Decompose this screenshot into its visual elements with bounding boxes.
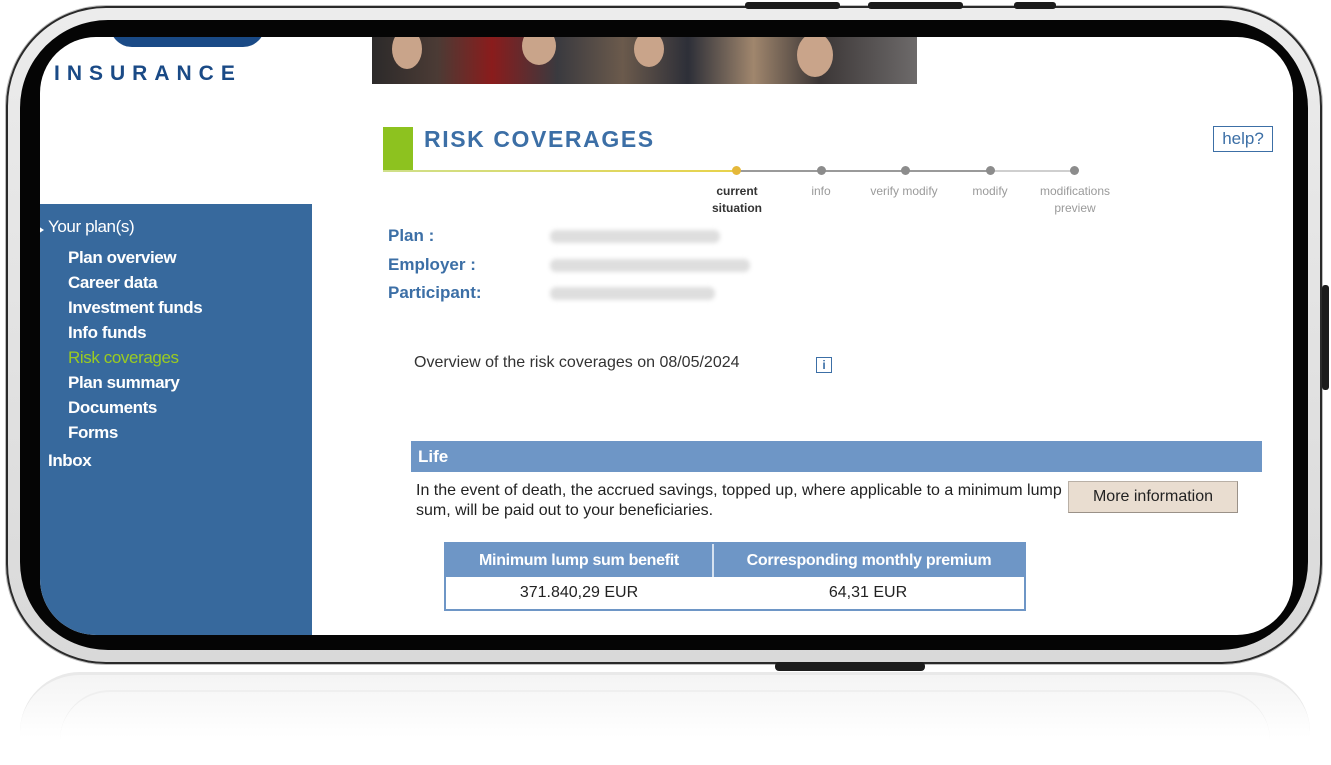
step-label-modify: modify [972,184,1008,198]
sidebar-item-forms[interactable]: Forms [68,423,118,443]
phone-reflection-inner [60,690,1270,752]
step-dot [1070,166,1079,175]
employer-value-redacted [550,259,750,272]
plan-value-redacted [550,230,720,243]
photo-person [392,37,422,69]
sidebar-item-documents[interactable]: Documents [68,398,157,418]
logo-mark [110,37,265,47]
step-dot [986,166,995,175]
step-label-current-situation: current situation [712,184,762,215]
title-accent-bar [383,127,413,170]
step-label-info: info [811,184,831,198]
title-underline [383,170,741,172]
step-dot [901,166,910,175]
participant-value-redacted [550,287,715,300]
table-cell-lump-sum: 371.840,29 EUR [519,584,639,601]
help-button[interactable]: help? [1213,126,1273,152]
table-header-monthly-premium: Corresponding monthly premium [712,544,1024,577]
overview-text: Overview of the risk coverages on 08/05/… [414,354,740,371]
more-information-button[interactable]: More information [1068,481,1238,513]
photo-person [522,37,556,65]
step-dot [817,166,826,175]
info-icon[interactable]: i [816,357,832,373]
home-indicator-bar [775,662,925,671]
sidebar-item-info-funds[interactable]: Info funds [68,323,147,343]
sidebar-item-career-data[interactable]: Career data [68,273,158,293]
sidebar-item-your-plans[interactable]: Your plan(s) [48,217,135,237]
photo-person [634,37,664,67]
employer-label: Employer : [388,255,476,274]
table-cell-monthly-premium: 64,31 EUR [828,584,908,601]
volume-down-button [868,2,963,9]
volume-up-button [745,2,840,9]
sidebar-item-risk-coverages[interactable]: Risk coverages [68,348,179,368]
page-title: RISK COVERAGES [424,126,655,152]
step-label-modifications-preview: modifications preview [1039,184,1111,215]
life-section-header: Life [411,441,1262,472]
plan-label: Plan : [388,226,435,245]
sidebar-item-inbox[interactable]: Inbox [48,451,92,471]
progress-track-remaining [990,170,1075,172]
step-label-verify-modify: verify modify [870,184,938,198]
sidebar-item-investment-funds[interactable]: Investment funds [68,298,203,318]
life-description: In the event of death, the accrued savin… [416,482,1062,519]
web-page: INSURANCE Your plan(s) Plan overview Car… [40,37,1293,635]
photo-person [797,37,833,77]
expand-triangle-icon [40,226,44,234]
participant-label: Participant: [388,283,482,302]
header-photo [372,37,917,84]
table-header-minimum-lump-sum: Minimum lump sum benefit [446,544,712,577]
coverage-table: Minimum lump sum benefit Corresponding m… [444,542,1026,611]
sidebar-item-plan-summary[interactable]: Plan summary [68,373,180,393]
power-button [1322,285,1329,390]
phone-screen: INSURANCE Your plan(s) Plan overview Car… [40,37,1293,635]
step-dot-current [732,166,741,175]
silent-switch [1014,2,1056,9]
sidebar-item-plan-overview[interactable]: Plan overview [68,248,177,268]
sidebar-nav [40,204,312,635]
logo-text: INSURANCE [54,62,242,85]
